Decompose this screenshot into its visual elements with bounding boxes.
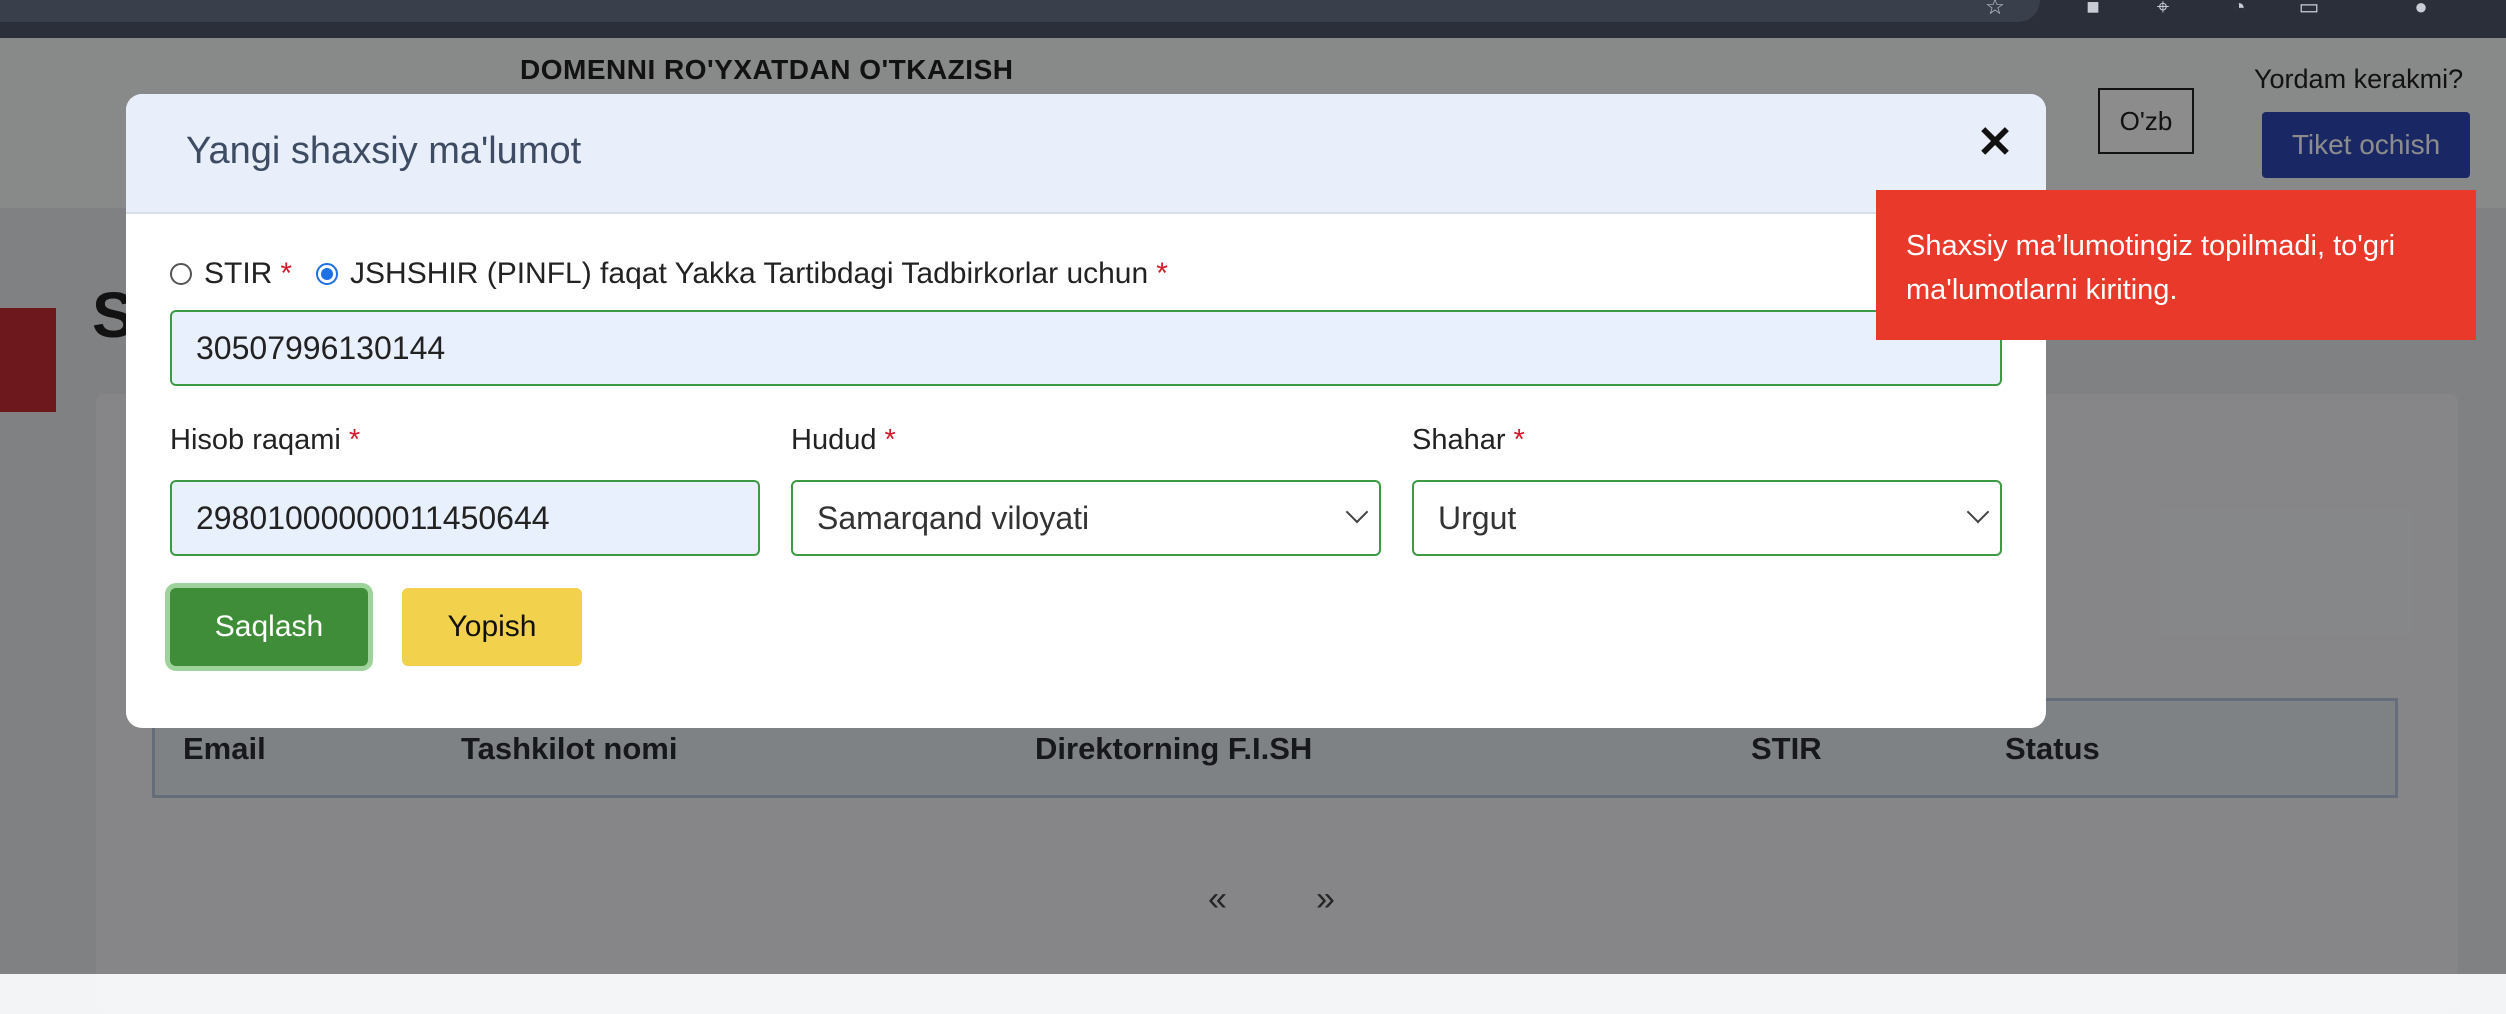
close-icon[interactable]: ✕ <box>1970 118 2020 168</box>
radio-stir[interactable] <box>170 263 192 285</box>
pinfl-value: 30507996130144 <box>196 329 446 366</box>
browser-toolbar: ☆ ■ ⌖ ◔ ▭ ● <box>0 0 2506 38</box>
address-bar[interactable] <box>0 0 2040 22</box>
required-mark: * <box>348 424 361 456</box>
chevron-down-icon <box>1345 500 1369 524</box>
account-number-value: 29801000000011450644 <box>196 499 550 536</box>
pin-icon[interactable]: ⌖ <box>2150 0 2176 18</box>
required-mark: * <box>884 424 896 456</box>
city-label: Shahar * <box>1412 424 1525 457</box>
window-icon[interactable]: ▭ <box>2296 0 2322 18</box>
toast-message: Shaxsiy ma’lumotingiz topilmadi, to'gri … <box>1906 230 2396 306</box>
close-button[interactable]: Yopish <box>402 588 582 666</box>
profile-icon[interactable]: ● <box>2408 0 2434 18</box>
region-select[interactable]: Samarqand viloyati <box>791 480 1381 556</box>
region-label-text: Hudud <box>791 424 877 456</box>
required-mark: * <box>280 257 293 290</box>
extension-icon[interactable]: ■ <box>2080 0 2106 18</box>
city-label-text: Shahar <box>1412 424 1506 456</box>
update-icon[interactable]: ◔ <box>2226 0 2252 18</box>
required-mark: * <box>1513 424 1525 456</box>
account-label-text: Hisob raqami <box>170 424 341 456</box>
city-select[interactable]: Urgut <box>1412 480 2002 556</box>
chevron-down-icon <box>1966 500 1990 524</box>
error-toast[interactable]: Shaxsiy ma’lumotingiz topilmadi, to'gri … <box>1876 190 2476 340</box>
required-mark: * <box>1156 257 1168 290</box>
radio-pinfl-label: JSHSHIR (PINFL) faqat Yakka Tartibdagi T… <box>350 257 1149 290</box>
save-button[interactable]: Saqlash <box>170 588 368 666</box>
region-selected-value: Samarqand viloyati <box>817 499 1090 536</box>
account-label: Hisob raqami * <box>170 424 360 457</box>
account-number-input[interactable]: 29801000000011450644 <box>170 480 760 556</box>
region-label: Hudud * <box>791 424 896 457</box>
radio-stir-label: STIR <box>204 257 273 290</box>
city-selected-value: Urgut <box>1438 499 1517 536</box>
pinfl-input[interactable]: 30507996130144 <box>170 310 2002 386</box>
personal-info-modal: Yangi shaxsiy ma'lumot ✕ STIR * JSHSHIR … <box>126 94 2046 728</box>
modal-title: Yangi shaxsiy ma'lumot <box>186 130 582 172</box>
modal-header: Yangi shaxsiy ma'lumot ✕ <box>126 94 2046 214</box>
radio-pinfl[interactable] <box>316 263 339 285</box>
star-icon[interactable]: ☆ <box>1982 0 2008 18</box>
id-type-radio-group: STIR * JSHSHIR (PINFL) faqat Yakka Tarti… <box>170 254 1168 294</box>
